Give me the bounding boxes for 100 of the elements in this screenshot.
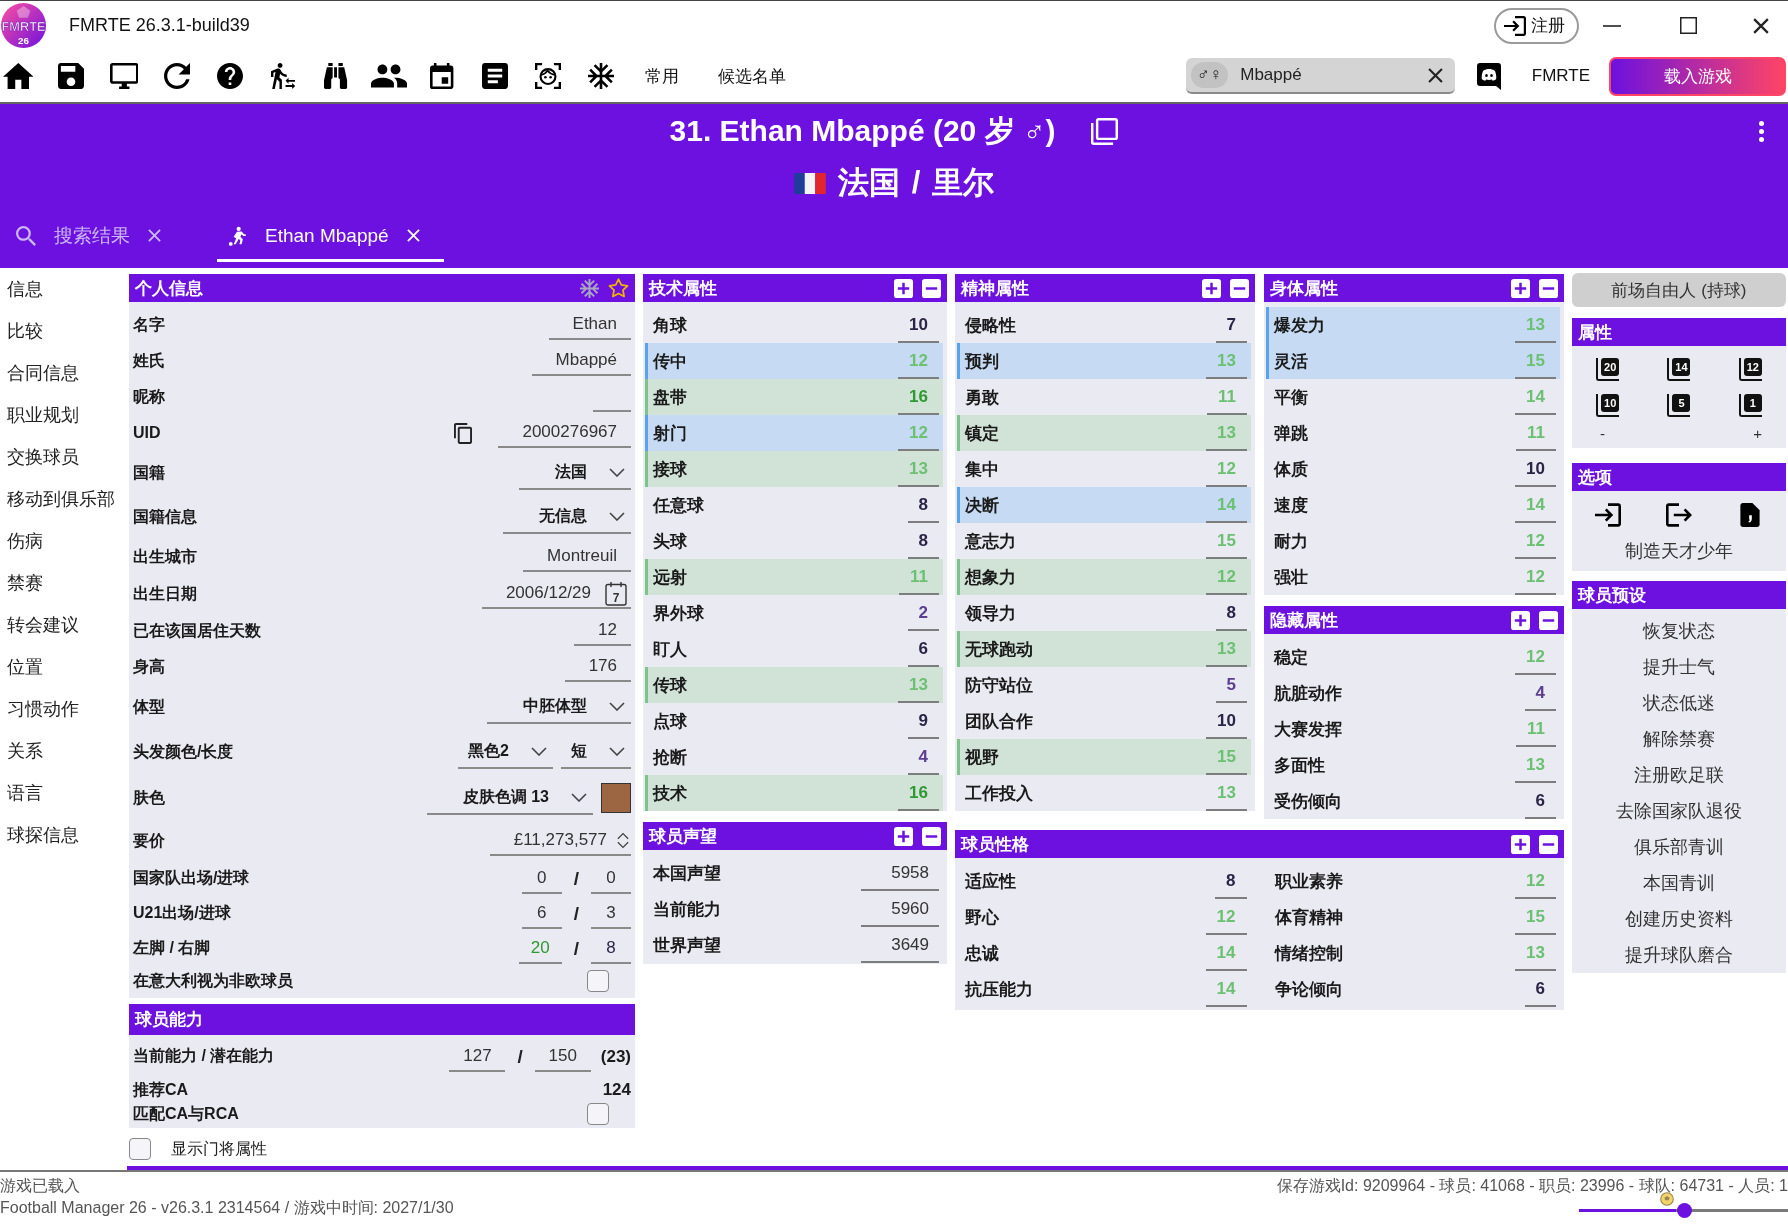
minus-square-icon[interactable] bbox=[922, 278, 941, 298]
nav-item[interactable]: 伤病 bbox=[7, 525, 121, 557]
dropdown[interactable]: 中胚体型 bbox=[487, 690, 631, 724]
calendar-icon[interactable]: 7 bbox=[605, 580, 627, 606]
slider-thumb[interactable] bbox=[1676, 1203, 1692, 1218]
text-field[interactable]: 8 bbox=[591, 933, 631, 964]
walking-person-arrows-icon[interactable] bbox=[270, 63, 296, 89]
value-field[interactable]: 5960 bbox=[861, 893, 939, 927]
nav-item[interactable]: 职业规划 bbox=[7, 399, 121, 431]
checkbox[interactable] bbox=[587, 970, 609, 992]
home-icon[interactable] bbox=[2, 63, 34, 89]
dropdown[interactable]: 无信息 bbox=[503, 500, 631, 534]
monitor-icon[interactable] bbox=[109, 63, 139, 89]
nav-item[interactable]: 禁赛 bbox=[7, 567, 121, 599]
checkbox[interactable] bbox=[587, 1103, 609, 1125]
nav-item[interactable]: 移动到俱乐部 bbox=[7, 483, 121, 515]
minus-square-icon[interactable] bbox=[1539, 834, 1558, 854]
text-field[interactable]: 3 bbox=[591, 898, 631, 929]
value-field[interactable]: 5958 bbox=[861, 857, 939, 891]
text-field[interactable]: 150 bbox=[534, 1041, 591, 1072]
plus-square-icon[interactable] bbox=[1511, 610, 1530, 630]
role-button[interactable]: 前场自由人 (持球) bbox=[1572, 273, 1786, 307]
preset-item[interactable]: 创建历史资料 bbox=[1572, 901, 1786, 937]
plus-square-icon[interactable] bbox=[1511, 834, 1530, 854]
preset-item[interactable]: 状态低迷 bbox=[1572, 685, 1786, 721]
nav-item[interactable]: 信息 bbox=[7, 273, 121, 305]
number-field[interactable]: £11,273,577 bbox=[489, 826, 631, 856]
text-field[interactable]: Ethan bbox=[548, 310, 631, 340]
decrease-button[interactable]: - bbox=[1600, 425, 1605, 442]
color-swatch-icon[interactable] bbox=[601, 783, 631, 813]
register-button[interactable]: 注册 bbox=[1494, 7, 1579, 44]
minus-square-icon[interactable] bbox=[1539, 610, 1558, 630]
minimize-icon[interactable] bbox=[1603, 24, 1621, 27]
preset-item[interactable]: 提升球队磨合 bbox=[1572, 937, 1786, 973]
plus-square-icon[interactable] bbox=[894, 278, 913, 298]
minus-square-icon[interactable] bbox=[1230, 278, 1249, 298]
copy-icon[interactable] bbox=[454, 422, 473, 444]
dropdown[interactable]: 黑色2 bbox=[458, 735, 553, 769]
preset-item[interactable]: 本国青训 bbox=[1572, 865, 1786, 901]
date-field[interactable]: 2006/12/29 7 bbox=[481, 579, 631, 609]
header-link[interactable]: FMRTE bbox=[1531, 66, 1590, 86]
value-field[interactable]: 3649 bbox=[861, 929, 939, 963]
face-scan-icon[interactable] bbox=[535, 63, 561, 89]
close-icon[interactable] bbox=[1753, 17, 1769, 34]
arrow-into-box-icon[interactable] bbox=[1594, 503, 1621, 527]
value-field[interactable]: 6 bbox=[1524, 785, 1556, 819]
value-field[interactable]: 10 bbox=[1515, 453, 1556, 487]
nav-item[interactable]: 交换球员 bbox=[7, 441, 121, 473]
minus-square-icon[interactable] bbox=[1539, 278, 1558, 298]
refresh-icon[interactable] bbox=[164, 63, 190, 89]
maximize-icon[interactable] bbox=[1680, 17, 1697, 34]
checkbox[interactable] bbox=[129, 1138, 151, 1160]
chat-bubble-icon[interactable] bbox=[1476, 62, 1501, 90]
snowflake-icon[interactable] bbox=[588, 63, 614, 89]
plus-square-icon[interactable] bbox=[894, 826, 913, 846]
preset-item[interactable]: 恢复状态 bbox=[1572, 613, 1786, 649]
star-icon[interactable] bbox=[608, 278, 629, 298]
value-field[interactable]: 8 bbox=[907, 489, 939, 523]
plus-square-icon[interactable] bbox=[1202, 278, 1221, 298]
people-icon[interactable] bbox=[371, 63, 407, 89]
clear-icon[interactable] bbox=[1427, 67, 1443, 83]
value-field[interactable]: 4 bbox=[1524, 677, 1556, 711]
value-field[interactable]: 8 bbox=[1215, 865, 1247, 899]
preset-item[interactable]: 解除禁赛 bbox=[1572, 721, 1786, 757]
preset-item[interactable]: 提升士气 bbox=[1572, 649, 1786, 685]
save-icon[interactable] bbox=[58, 63, 84, 89]
minus-square-icon[interactable] bbox=[922, 826, 941, 846]
search-bar[interactable]: ♂♀ Mbappé bbox=[1185, 58, 1455, 94]
tab[interactable]: 搜索结果 bbox=[6, 212, 185, 262]
search-input[interactable]: Mbappé bbox=[1240, 65, 1428, 85]
dropdown[interactable]: 法国 bbox=[519, 456, 631, 490]
nav-item[interactable]: 合同信息 bbox=[7, 357, 121, 389]
nav-item[interactable]: 语言 bbox=[7, 777, 121, 809]
text-field[interactable]: 0 bbox=[591, 863, 631, 894]
text-field[interactable]: 176 bbox=[564, 652, 631, 682]
binoculars-icon[interactable] bbox=[324, 63, 348, 89]
text-field[interactable]: Mbappé bbox=[531, 346, 631, 376]
increase-button[interactable]: + bbox=[1753, 425, 1762, 442]
action-link[interactable]: 制造天才少年 bbox=[1572, 527, 1786, 571]
nav-item[interactable]: 关系 bbox=[7, 735, 121, 767]
more-options-icon[interactable] bbox=[1759, 120, 1764, 142]
tab[interactable]: Ethan Mbappé bbox=[217, 212, 444, 262]
text-field[interactable]: 12 bbox=[574, 616, 631, 646]
load-game-button[interactable]: 载入游戏 bbox=[1609, 56, 1786, 96]
preset-item[interactable]: 去除国家队退役 bbox=[1572, 793, 1786, 829]
preset-item[interactable]: 注册欧足联 bbox=[1572, 757, 1786, 793]
text-field[interactable]: 0 bbox=[521, 863, 562, 894]
dropdown[interactable]: 短 bbox=[561, 735, 631, 769]
nav-item[interactable]: 转会建议 bbox=[7, 609, 121, 641]
plus-square-icon[interactable] bbox=[1511, 278, 1530, 298]
value-field[interactable]: 6 bbox=[1524, 973, 1556, 1007]
help-icon[interactable] bbox=[217, 63, 243, 89]
text-field[interactable]: Montreuil bbox=[523, 542, 631, 572]
nav-item[interactable]: 球探信息 bbox=[7, 819, 121, 851]
nav-item[interactable]: 习惯动作 bbox=[7, 693, 121, 725]
menu-item[interactable]: 常用 bbox=[645, 64, 679, 88]
nav-item[interactable]: 比较 bbox=[7, 315, 121, 347]
nav-item[interactable]: 位置 bbox=[7, 651, 121, 683]
preset-item[interactable]: 俱乐部青训 bbox=[1572, 829, 1786, 865]
menu-item[interactable]: 候选名单 bbox=[718, 64, 786, 88]
